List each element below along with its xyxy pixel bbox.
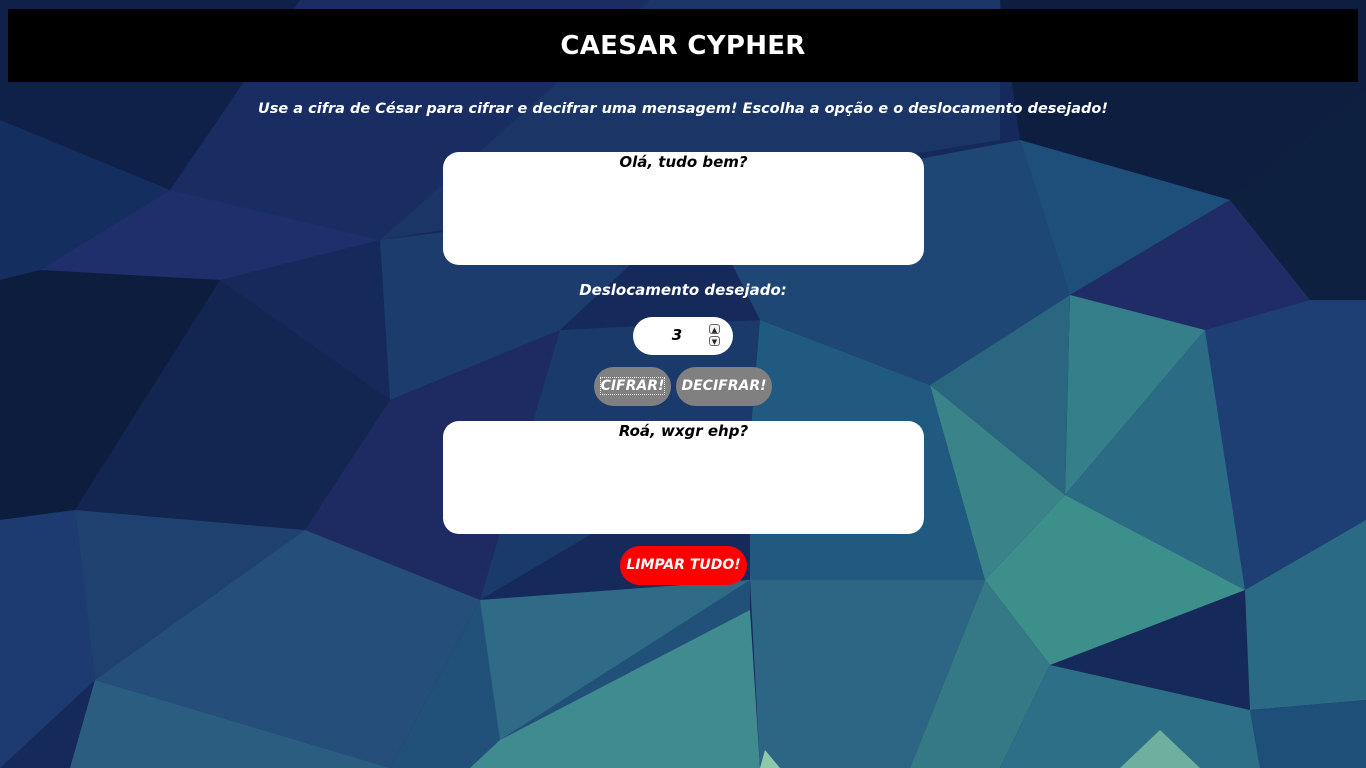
message-output[interactable]: Roá, wxgr ehp? [443,421,924,534]
page-header: CAESAR CYPHER [8,9,1358,82]
clear-all-button[interactable]: LIMPAR TUDO! [620,546,747,585]
page-title: CAESAR CYPHER [560,30,806,61]
encrypt-button-label: CIFRAR! [599,377,666,395]
chevron-down-icon[interactable]: ▼ [709,336,720,346]
chevron-up-icon[interactable]: ▲ [709,324,720,334]
shift-stepper[interactable]: 3 ▲ ▼ [633,317,733,355]
message-input[interactable]: Olá, tudo bem? [443,152,924,265]
shift-label: Deslocamento desejado: [579,281,787,299]
decrypt-button[interactable]: DECIFRAR! [676,367,772,406]
encrypt-button[interactable]: CIFRAR! [594,367,671,406]
shift-value[interactable]: 3 [633,326,721,344]
intro-text: Use a cifra de César para cifrar e decif… [258,101,1108,117]
